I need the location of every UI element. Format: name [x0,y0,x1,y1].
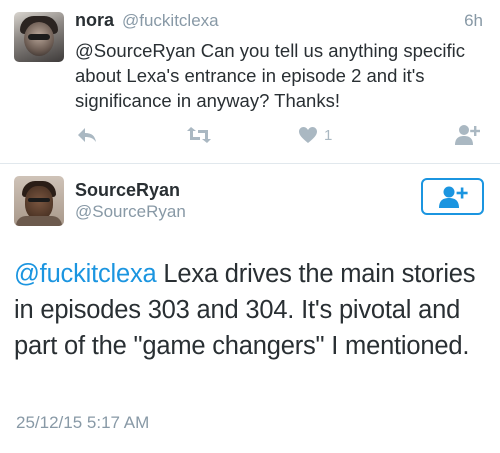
tweet-actions: 1 [70,121,490,149]
reply-icon [78,128,96,142]
mention-link[interactable]: @fuckitclexa [14,260,157,288]
retweet-icon [187,127,211,143]
follow-button-small[interactable] [454,121,480,149]
tweet-text: @SourceRyan Can you tell us anything spe… [75,40,466,111]
author-name[interactable]: SourceRyan [75,180,180,201]
avatar-face [25,186,53,220]
retweet-button[interactable] [186,121,212,149]
reply-button[interactable] [76,121,98,149]
like-count: 1 [324,126,333,144]
follow-icon [438,186,468,208]
author-name[interactable]: nora [75,10,114,31]
follow-button[interactable] [421,178,484,215]
avatar[interactable] [14,176,64,226]
avatar-shirt [16,216,62,226]
author-handle[interactable]: @fuckitclexa [122,11,219,31]
tweet-text: @fuckitclexa Lexa drives the main storie… [14,256,494,364]
divider [0,163,500,164]
avatar[interactable] [14,12,64,62]
avatar-warpaint [28,34,50,40]
follow-icon [455,125,480,145]
author-handle[interactable]: @SourceRyan [75,202,186,222]
like-button[interactable]: 1 [298,121,332,149]
avatar-glasses [28,198,50,202]
tweet-date: 25/12/15 5:17 AM [16,413,150,432]
heart-icon [299,127,317,143]
tweet-time: 6h [464,11,483,30]
